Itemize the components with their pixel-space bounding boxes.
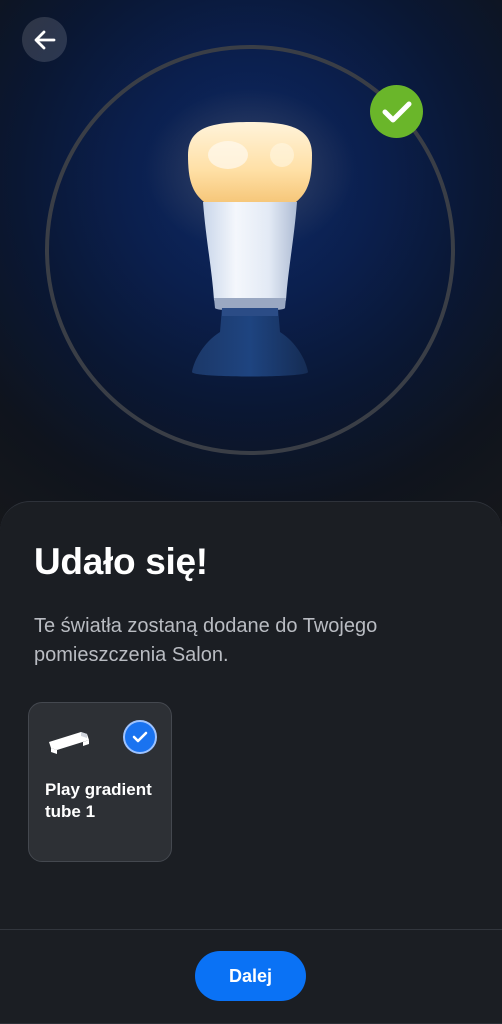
light-name: Play gradient tube 1 xyxy=(45,780,152,821)
gradient-tube-icon xyxy=(45,728,93,756)
success-badge xyxy=(370,85,423,138)
bottom-sheet: Udało się! Te światła zostaną dodane do … xyxy=(0,501,502,1024)
selected-check-icon[interactable] xyxy=(123,720,157,754)
next-button[interactable]: Dalej xyxy=(195,951,306,1001)
footer-divider xyxy=(0,929,502,930)
back-button[interactable] xyxy=(22,17,67,62)
hero-illustration-area xyxy=(0,0,502,560)
bulb-icon xyxy=(188,122,312,377)
page-title: Udało się! xyxy=(34,541,208,582)
light-bulb-illustration xyxy=(170,110,330,390)
light-card[interactable]: Play gradient tube 1 xyxy=(28,702,172,862)
page-description: Te światła zostaną dodane do Twojego pom… xyxy=(34,615,378,666)
checkmark-icon xyxy=(382,101,411,122)
arrow-left-icon xyxy=(34,30,55,49)
